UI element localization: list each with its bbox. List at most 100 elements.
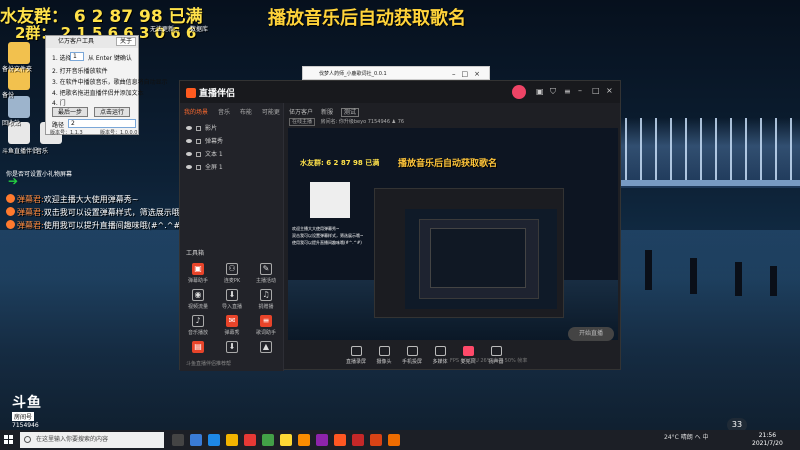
tool-activity[interactable]: ✎ 主播活动 xyxy=(248,263,284,284)
tab-more[interactable]: 可能更 xyxy=(262,109,280,116)
app-icon[interactable] xyxy=(244,434,256,446)
eye-icon[interactable] xyxy=(186,126,192,130)
app-icon[interactable] xyxy=(298,434,310,446)
about-button[interactable]: 关于 xyxy=(116,37,136,46)
chat-message: 弹幕君:使用我可以提升直播间趣味哦(#^.^#) xyxy=(6,220,183,231)
room-info: 在线主播 房间名: 你升级beyo 7154946 ♟ 76 xyxy=(289,118,404,126)
close-icon[interactable]: × xyxy=(606,86,613,95)
desktop-label: 音乐 xyxy=(36,148,49,155)
start-step-button[interactable]: 最后一步 xyxy=(52,107,88,117)
gift-icon[interactable]: ▣ xyxy=(536,87,544,96)
room-label: 房间号 xyxy=(12,412,35,421)
tool-extra[interactable]: ▤ xyxy=(180,341,216,355)
tool-pk[interactable]: ⚇ 连麦PK xyxy=(214,263,250,284)
recursive-preview-inner xyxy=(405,209,557,309)
avatar-icon xyxy=(6,194,15,203)
lock-icon[interactable] xyxy=(196,126,201,131)
recursive-preview-deep xyxy=(419,219,539,299)
tab-test[interactable]: 测试 xyxy=(340,108,359,117)
shirt-icon[interactable]: ⛉ xyxy=(550,87,556,97)
tool-lyrics[interactable]: ≡ 歌词助手 xyxy=(248,315,284,336)
eye-icon[interactable] xyxy=(186,139,192,143)
preview-chat: 使用我可以提升直播间趣味哦(#^.^#) xyxy=(292,240,362,245)
taskbar: 在这里输入你要搜索的内容 24°C 晴朗 へ 中 21:56 2021/7/20 xyxy=(0,430,800,450)
window-controls-icon[interactable]: –□× xyxy=(452,67,486,81)
tab-buneng[interactable]: 布能 xyxy=(240,109,252,116)
app-icon[interactable] xyxy=(262,434,274,446)
app-icon[interactable] xyxy=(316,434,328,446)
maximize-icon[interactable]: □ xyxy=(592,86,600,95)
scene-tabs-top: 亿万客户 新服 测试 xyxy=(289,107,365,117)
app-icon[interactable] xyxy=(388,434,400,446)
recursive-preview xyxy=(374,188,564,318)
pk-icon: ⚇ xyxy=(226,263,238,275)
tool-download[interactable]: ⬇ xyxy=(214,341,250,355)
source-row[interactable]: 弹幕秀 xyxy=(186,136,223,145)
explorer-icon[interactable] xyxy=(226,434,238,446)
streamer-app-window: 直播伴侣 ▣ ⛉ ≡ – □ × 我的场景 音乐 布能 可能更 ＋ 影片 弹幕秀… xyxy=(179,80,621,371)
source-row[interactable]: 全屏 1 xyxy=(186,162,223,171)
desktop-label: 斗鱼直播伴侣 xyxy=(2,148,39,155)
avatar-icon xyxy=(6,207,15,216)
tab-my-scene[interactable]: 我的场景 xyxy=(184,109,208,116)
start-live-button[interactable]: 开始直播 xyxy=(568,327,614,341)
app-icon[interactable] xyxy=(280,434,292,446)
lock-icon[interactable] xyxy=(196,165,201,170)
menu-icon[interactable]: ≡ xyxy=(564,87,571,96)
phone-cast-button[interactable]: 手机投屏 xyxy=(397,346,427,365)
system-tray[interactable]: 24°C 晴朗 へ 中 xyxy=(664,432,709,441)
phone-icon xyxy=(406,346,418,356)
screen-record-button[interactable]: 直播录屏 xyxy=(341,346,371,365)
desktop-label: 回收站 xyxy=(2,120,21,127)
tool-donate[interactable]: ♫ 捐赠播 xyxy=(248,289,284,310)
camera-button[interactable]: 摄像头 xyxy=(369,346,399,365)
room-id: 7154946 xyxy=(12,422,39,429)
online-button[interactable]: 在线主播 xyxy=(289,118,316,126)
tool-import[interactable]: ⬇ 导入直播 xyxy=(214,289,250,310)
source-row[interactable]: 文本 1 xyxy=(186,149,223,158)
monitor-icon xyxy=(350,346,362,356)
live-preview[interactable]: 水友群: 6 2 87 98 已满 播放音乐后自动获取歌名 欢迎主播大大使用弹幕… xyxy=(288,128,618,340)
taskbar-search-input[interactable]: 在这里输入你要搜索的内容 xyxy=(20,432,164,448)
mini-window-titlebar[interactable]: 伐梦人药师_小鹿歌词社_0.0.1 –□× xyxy=(302,66,490,80)
tab-music[interactable]: 音乐 xyxy=(218,109,230,116)
microphone-icon xyxy=(462,346,474,356)
desktop-label: 备份 xyxy=(2,92,15,99)
tool-dialog-titlebar: 亿万客户工具 关于 xyxy=(46,36,138,48)
lock-icon[interactable] xyxy=(196,139,201,144)
avatar[interactable] xyxy=(512,85,526,99)
run-button[interactable]: 点击运行 xyxy=(94,107,130,117)
recycle-bin-icon[interactable] xyxy=(8,96,30,118)
eye-icon[interactable] xyxy=(186,165,192,169)
overlay-title: 播放音乐后自动获取歌名 xyxy=(268,8,466,29)
app-icon[interactable] xyxy=(352,434,364,446)
folder-icon[interactable] xyxy=(8,42,30,64)
step1-input[interactable]: 1 xyxy=(70,52,84,61)
tool-video-flow[interactable]: ◉ 视频流量 xyxy=(180,289,216,310)
lock-icon[interactable] xyxy=(196,152,201,157)
windows-start-icon[interactable] xyxy=(4,435,14,445)
download-icon: ⬇ xyxy=(226,341,238,353)
tab-xinfu[interactable]: 新服 xyxy=(321,109,333,116)
tool-up[interactable]: ▲ xyxy=(248,341,284,355)
edge-icon[interactable] xyxy=(208,434,220,446)
tool-music-player[interactable]: ♪ 音乐播放 xyxy=(180,315,216,336)
minimize-icon[interactable]: – xyxy=(578,86,582,95)
eye-icon[interactable] xyxy=(186,152,192,156)
source-row[interactable]: 影片 xyxy=(186,123,217,132)
app-icon[interactable] xyxy=(370,434,382,446)
tool-danmu-helper[interactable]: ▣ 弹幕助手 xyxy=(180,263,216,284)
preview-chat: 欢迎主播大大使用弹幕秀~ xyxy=(292,226,340,231)
chrome-icon[interactable] xyxy=(190,434,202,446)
preview-dialog-thumbnail xyxy=(310,182,350,218)
douyu-logo: 斗鱼 xyxy=(12,395,42,411)
tool-danmu-show[interactable]: ✉ 弹幕秀 xyxy=(214,315,250,336)
tab-yiwan[interactable]: 亿万客户 xyxy=(289,109,313,116)
path-label: 路径 xyxy=(52,122,65,129)
clock[interactable]: 21:56 2021/7/20 xyxy=(752,432,783,448)
path-input[interactable]: 2 xyxy=(68,119,136,128)
lyrics-icon: ≡ xyxy=(260,315,272,327)
douyu-app-icon[interactable] xyxy=(334,434,346,446)
task-view-icon[interactable] xyxy=(172,434,184,446)
logo-icon xyxy=(186,88,196,98)
